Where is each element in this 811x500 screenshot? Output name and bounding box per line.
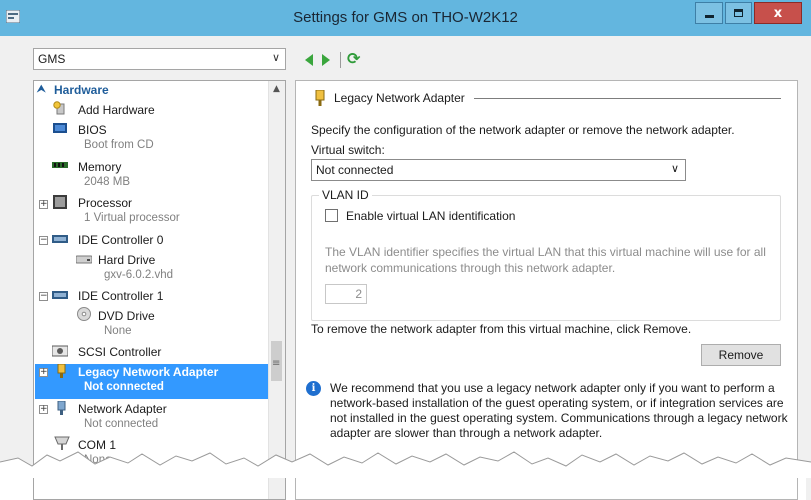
tree-item-label: Legacy Network Adapter [78, 365, 219, 379]
network-adapter-icon [57, 364, 66, 378]
tree-item-label: Add Hardware [78, 103, 155, 117]
vlan-group-title: VLAN ID [319, 188, 372, 202]
minimize-icon [704, 15, 714, 18]
remove-button[interactable]: Remove [701, 344, 781, 366]
tree-item-label: IDE Controller 0 [78, 233, 164, 247]
tree-item-label: SCSI Controller [78, 345, 162, 359]
vlan-id-input: 2 [325, 284, 367, 304]
tree-item-sublabel: 2048 MB [84, 176, 131, 188]
virtual-switch-dropdown[interactable]: Not connected ∨ [311, 159, 686, 181]
tree-item-sublabel: 1 Virtual processor [84, 212, 180, 224]
panel-description: Specify the configuration of the network… [311, 123, 735, 137]
vm-selector-value: GMS [38, 52, 66, 66]
maximize-icon [734, 9, 743, 17]
vlan-id-group: VLAN ID Enable virtual LAN identificatio… [311, 188, 781, 321]
chevron-down-icon: ∨ [670, 163, 679, 175]
toolbar-divider [340, 52, 341, 68]
collapse-minus-icon[interactable]: − [39, 236, 48, 245]
scsi-controller-icon [52, 345, 68, 357]
tree-item-label: DVD Drive [98, 309, 155, 323]
expand-plus-icon[interactable]: + [39, 405, 48, 414]
close-button[interactable]: x [754, 2, 802, 24]
tree-item-label: BIOS [78, 123, 107, 137]
expand-plus-icon[interactable]: + [39, 200, 48, 209]
memory-module-icon [52, 162, 68, 168]
vm-selector-dropdown[interactable]: GMS ∨ [33, 48, 286, 70]
processor-icon [53, 195, 67, 209]
network-adapter-icon [315, 90, 325, 106]
network-adapter-icon [57, 401, 66, 415]
minimize-button[interactable] [695, 2, 723, 24]
virtual-switch-label: Virtual switch: [311, 143, 385, 157]
heading-divider [474, 98, 781, 99]
scroll-grip-icon: ≡ [272, 358, 281, 369]
maximize-button[interactable] [725, 2, 752, 24]
section-label: Hardware [54, 83, 109, 97]
forward-arrow-icon[interactable] [322, 54, 330, 66]
back-arrow-icon[interactable] [305, 54, 313, 66]
tree-item-label: Network Adapter [78, 402, 167, 416]
hard-drive-icon [76, 255, 92, 264]
info-icon: i [306, 381, 321, 396]
torn-edge-decoration [0, 451, 811, 478]
hardware-section-header[interactable]: ⮝ Hardware [37, 83, 267, 101]
remove-instructions: To remove the network adapter from this … [311, 322, 692, 336]
expand-plus-icon[interactable]: + [39, 368, 48, 377]
tree-item-label: Memory [78, 160, 122, 174]
tree-item-label: Processor [78, 196, 133, 210]
settings-window: Settings for GMS on THO-W2K12 x GMS ∨ ⟳ … [0, 0, 811, 500]
collapse-minus-icon[interactable]: − [39, 292, 48, 301]
tree-item-label: Hard Drive [98, 253, 156, 267]
window-title: Settings for GMS on THO-W2K12 [293, 9, 518, 26]
close-icon: x [773, 5, 783, 21]
panel-heading: Legacy Network Adapter [334, 91, 465, 105]
refresh-icon[interactable]: ⟳ [347, 49, 360, 68]
chevron-down-icon: ∨ [271, 52, 280, 64]
title-bar[interactable]: Settings for GMS on THO-W2K12 x [0, 0, 811, 36]
scroll-up-arrow-icon[interactable]: ▲ [273, 84, 280, 94]
tree-item-sublabel: None [104, 325, 132, 337]
tree-item-sublabel: Not connected [84, 381, 164, 393]
bios-chip-icon [53, 123, 67, 133]
collapse-chevron-icon[interactable]: ⮝ [37, 84, 46, 95]
tree-item-label: IDE Controller 1 [78, 289, 164, 303]
add-hardware-icon [53, 101, 65, 115]
tree-item-sublabel: Boot from CD [84, 139, 154, 151]
dvd-disc-icon [77, 307, 91, 321]
enable-vlan-label[interactable]: Enable virtual LAN identification [346, 209, 515, 223]
virtual-switch-value: Not connected [316, 163, 394, 177]
ide-controller-icon [52, 235, 68, 243]
ide-controller-icon [52, 291, 68, 299]
enable-vlan-checkbox[interactable] [325, 209, 338, 222]
tree-item-sublabel: gxv-6.0.2.vhd [104, 269, 174, 281]
vlan-description: The VLAN identifier specifies the virtua… [325, 245, 766, 275]
